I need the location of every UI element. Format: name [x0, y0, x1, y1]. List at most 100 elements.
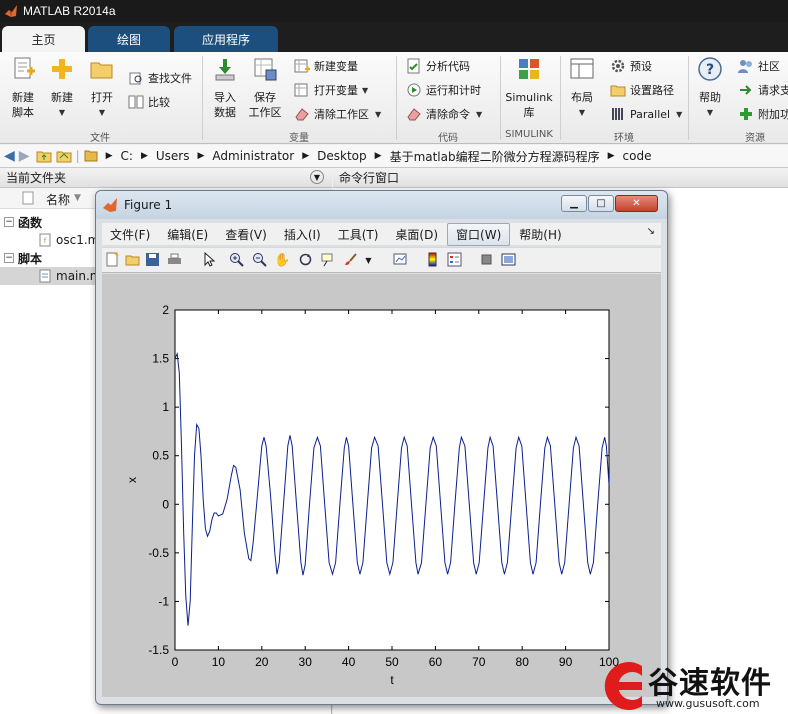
sort-arrow-icon: ▼: [74, 193, 81, 203]
ribbon-divider: [396, 56, 397, 140]
crumb-users[interactable]: Users: [156, 149, 190, 163]
menu-view[interactable]: 查看(V): [217, 224, 275, 245]
brush-dropdown-icon[interactable]: ▼: [360, 252, 377, 269]
open-variable-button[interactable]: 打开变量 ▼: [294, 80, 368, 100]
hide-plot-tools-icon[interactable]: [478, 252, 495, 269]
save-workspace-label: 保存 工作区: [248, 91, 282, 119]
zoom-in-icon[interactable]: [228, 252, 245, 269]
group-scripts-label: 脚本: [18, 251, 43, 266]
matlab-logo-icon: [5, 5, 17, 17]
menu-file[interactable]: 文件(F): [102, 224, 158, 245]
set-path-button[interactable]: 设置路径: [610, 80, 674, 100]
new-script-icon: [14, 57, 35, 79]
gear-icon: [611, 59, 625, 73]
parallel-button[interactable]: Parallel ▼: [610, 104, 682, 124]
new-figure-icon[interactable]: [104, 252, 121, 269]
import-data-button[interactable]: 导入 数据: [208, 56, 242, 120]
file-row-osc1[interactable]: f osc1.m: [38, 231, 99, 249]
colorbar-icon[interactable]: [424, 252, 441, 269]
open-file-icon[interactable]: [124, 252, 141, 269]
layout-button[interactable]: 布局 ▼: [566, 56, 598, 120]
simulink-library-button[interactable]: Simulink 库: [504, 56, 554, 120]
code-section-label: 代码: [438, 133, 458, 144]
collapse-icon[interactable]: −: [4, 253, 14, 263]
import-data-icon: [215, 59, 235, 81]
import-data-label: 导入 数据: [214, 91, 236, 119]
crumb-separator-icon: ▶: [607, 151, 615, 161]
tab-apps[interactable]: 应用程序: [174, 26, 278, 52]
crumb-desktop[interactable]: Desktop: [317, 149, 367, 163]
add-ons-button[interactable]: 附加功: [738, 104, 788, 124]
menu-edit[interactable]: 编辑(E): [159, 224, 216, 245]
compare-button[interactable]: 比较: [128, 92, 170, 112]
new-button[interactable]: 新建 ▼: [44, 56, 80, 120]
pan-icon[interactable]: ✋: [274, 252, 291, 269]
crumb-administrator[interactable]: Administrator: [212, 149, 294, 163]
show-plot-tools-icon[interactable]: [500, 252, 517, 269]
save-icon[interactable]: [144, 252, 161, 269]
back-arrow-icon[interactable]: ◀: [4, 148, 15, 164]
group-scripts[interactable]: − 脚本: [4, 249, 42, 267]
watermark-url: www.gususoft.com: [656, 697, 760, 710]
browse-folder-icon[interactable]: [56, 149, 72, 163]
new-script-label: 新建 脚本: [12, 91, 34, 119]
crumb-code[interactable]: code: [623, 149, 652, 163]
find-files-button[interactable]: 查找文件: [128, 68, 192, 88]
crumb-drive[interactable]: C:: [121, 149, 133, 163]
y-tick-label: 0.5: [152, 449, 169, 463]
figure-canvas[interactable]: 0 10 20 30 40 50 60 70 80 90 100 -1.5 -1 -0.5 0 0.5 1 1.5…: [102, 274, 661, 697]
close-button[interactable]: ✕: [615, 195, 658, 212]
folder-open-icon: [90, 62, 113, 79]
request-support-button[interactable]: 请求支: [738, 80, 788, 100]
name-column-header[interactable]: 名称: [46, 191, 70, 208]
legend-icon[interactable]: [446, 252, 463, 269]
save-workspace-button[interactable]: 保存 工作区: [246, 56, 284, 120]
menu-tools[interactable]: 工具(T): [330, 224, 387, 245]
help-button[interactable]: ? 帮助 ▼: [694, 56, 726, 120]
minimize-button[interactable]: ▁: [561, 195, 587, 212]
clear-workspace-button[interactable]: 清除工作区 ▼: [294, 104, 381, 124]
menu-help[interactable]: 帮助(H): [511, 224, 569, 245]
zoom-out-icon[interactable]: [251, 252, 268, 269]
run-and-time-button[interactable]: 运行和计时: [406, 80, 481, 100]
link-plot-icon[interactable]: [392, 252, 409, 269]
maximize-button[interactable]: □: [588, 195, 614, 212]
community-icon: [738, 60, 752, 73]
clear-workspace-label: 清除工作区: [314, 108, 369, 121]
x-tick-label: 20: [255, 655, 269, 669]
data-cursor-icon[interactable]: [319, 252, 336, 269]
figure-title-bar[interactable]: Figure 1 ▁ □ ✕: [96, 191, 667, 219]
preferences-button[interactable]: 预设: [610, 56, 652, 76]
ribbon-divider: [500, 56, 501, 140]
community-button[interactable]: 社区: [738, 56, 780, 76]
crumb-project-folder[interactable]: 基于matlab编程二阶微分方程源码程序: [390, 148, 600, 165]
current-folder-title: 当前文件夹: [6, 171, 67, 185]
ribbon-divider: [688, 56, 689, 140]
open-button[interactable]: 打开 ▼: [86, 56, 118, 120]
group-functions[interactable]: − 函数: [4, 213, 42, 231]
dock-arrow-icon[interactable]: ↘: [647, 226, 655, 237]
tab-plots[interactable]: 绘图: [88, 26, 170, 52]
tab-home[interactable]: 主页: [2, 26, 85, 52]
crumb-separator-icon: ▶: [302, 151, 310, 161]
y-axis-label: x: [125, 477, 139, 483]
forward-arrow-icon[interactable]: ▶: [19, 148, 30, 164]
panel-menu-icon[interactable]: ▼: [310, 170, 324, 184]
up-folder-icon[interactable]: [36, 149, 52, 163]
ribbon-tab-bar: 主页 绘图 应用程序: [0, 22, 788, 52]
new-variable-button[interactable]: 新建变量: [294, 56, 358, 76]
menu-desktop[interactable]: 桌面(D): [387, 224, 446, 245]
collapse-icon[interactable]: −: [4, 217, 14, 227]
print-icon[interactable]: [166, 252, 183, 269]
menu-window[interactable]: 窗口(W): [447, 222, 511, 246]
analyze-code-button[interactable]: 分析代码: [406, 56, 470, 76]
new-script-button[interactable]: 新建 脚本: [6, 56, 40, 120]
clear-commands-button[interactable]: 清除命令 ▼: [406, 104, 482, 124]
maximize-icon: □: [596, 198, 606, 209]
simulink-section-label: SIMULINK: [505, 129, 553, 140]
pointer-icon[interactable]: [200, 251, 217, 269]
menu-insert[interactable]: 插入(I): [276, 224, 329, 245]
open-label: 打开: [91, 91, 113, 104]
brush-icon[interactable]: [342, 252, 359, 269]
rotate-icon[interactable]: [297, 252, 314, 269]
